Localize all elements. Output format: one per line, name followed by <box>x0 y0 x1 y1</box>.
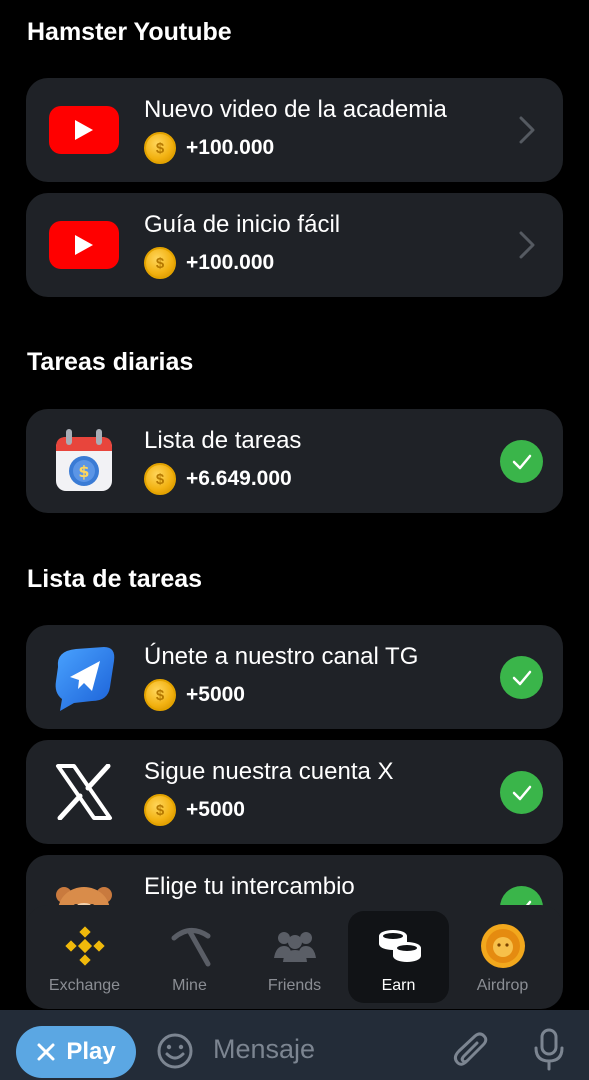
bottom-nav: Exchange Mine Friends Earn Airdrop <box>26 905 563 1009</box>
task-title: Elige tu intercambio <box>144 873 355 900</box>
task-reward: $ +100.000 <box>144 132 274 164</box>
nav-label: Earn <box>381 977 416 994</box>
coin-icon: $ <box>144 679 176 711</box>
task-card-easy-start-guide[interactable]: Guía de inicio fácil $ +100.000 <box>26 193 563 297</box>
task-reward: $ +6.649.000 <box>144 463 292 495</box>
task-reward: $ +5000 <box>144 679 245 711</box>
task-reward: $ +5000 <box>144 794 245 826</box>
nav-item-mine[interactable]: Mine <box>139 911 240 1003</box>
reward-value: +5000 <box>186 683 245 706</box>
check-icon <box>500 440 543 483</box>
friends-icon <box>272 925 318 967</box>
task-card-telegram-channel[interactable]: Únete a nuestro canal TG $ +5000 <box>26 625 563 729</box>
section-title-task-list: Lista de tareas <box>27 565 203 593</box>
pickaxe-icon <box>168 925 212 967</box>
nav-item-friends[interactable]: Friends <box>244 911 345 1003</box>
task-title: Guía de inicio fácil <box>144 211 341 238</box>
nav-label: Friends <box>267 977 322 994</box>
chevron-right-icon <box>519 116 535 144</box>
telegram-input-bar: Play Mensaje <box>0 1010 589 1080</box>
nav-item-earn[interactable]: Earn <box>348 911 449 1003</box>
nav-label: Exchange <box>48 977 121 994</box>
binance-icon <box>63 925 107 967</box>
x-logo-icon <box>48 758 120 826</box>
section-title-daily: Tareas diarias <box>27 348 194 376</box>
coin-icon: $ <box>144 247 176 279</box>
reward-value: +100.000 <box>186 136 275 159</box>
task-card-academy-video[interactable]: Nuevo video de la academia $ +100.000 <box>26 78 563 182</box>
nav-item-airdrop[interactable]: Airdrop <box>452 911 553 1003</box>
nav-label: Airdrop <box>476 977 529 994</box>
close-icon <box>37 1043 55 1061</box>
task-card-x-account[interactable]: Sigue nuestra cuenta X $ +5000 <box>26 740 563 844</box>
coin-icon: $ <box>144 132 176 164</box>
reward-value: +6.649.000 <box>186 467 292 490</box>
check-icon <box>500 771 543 814</box>
check-icon <box>500 656 543 699</box>
coins-icon <box>375 925 423 967</box>
task-card-daily-list[interactable]: $ Lista de tareas $ +6.649.000 <box>26 409 563 513</box>
coin-icon: $ <box>144 794 176 826</box>
telegram-icon <box>48 643 120 711</box>
svg-text:$: $ <box>78 462 89 481</box>
calendar-coin-icon: $ <box>48 427 120 495</box>
play-button[interactable]: Play <box>16 1026 136 1078</box>
task-title: Sigue nuestra cuenta X <box>144 758 394 785</box>
attach-icon[interactable] <box>452 1030 490 1075</box>
emoji-icon[interactable] <box>156 1032 194 1075</box>
youtube-icon <box>48 96 120 164</box>
chevron-right-icon <box>519 231 535 259</box>
message-input[interactable]: Mensaje <box>213 1034 315 1065</box>
task-title: Únete a nuestro canal TG <box>144 643 419 670</box>
coin-icon: $ <box>144 463 176 495</box>
task-title: Nuevo video de la academia <box>144 96 447 123</box>
section-title-youtube: Hamster Youtube <box>27 18 232 46</box>
airdrop-coin-icon <box>479 924 527 968</box>
microphone-icon[interactable] <box>532 1028 566 1077</box>
reward-value: +100.000 <box>186 251 275 274</box>
task-reward: $ +100.000 <box>144 247 274 279</box>
reward-value: +5000 <box>186 798 245 821</box>
youtube-icon <box>48 211 120 279</box>
nav-label: Mine <box>172 977 207 994</box>
play-button-label: Play <box>66 1038 116 1065</box>
nav-item-exchange[interactable]: Exchange <box>34 911 135 1003</box>
task-title: Lista de tareas <box>144 427 302 454</box>
